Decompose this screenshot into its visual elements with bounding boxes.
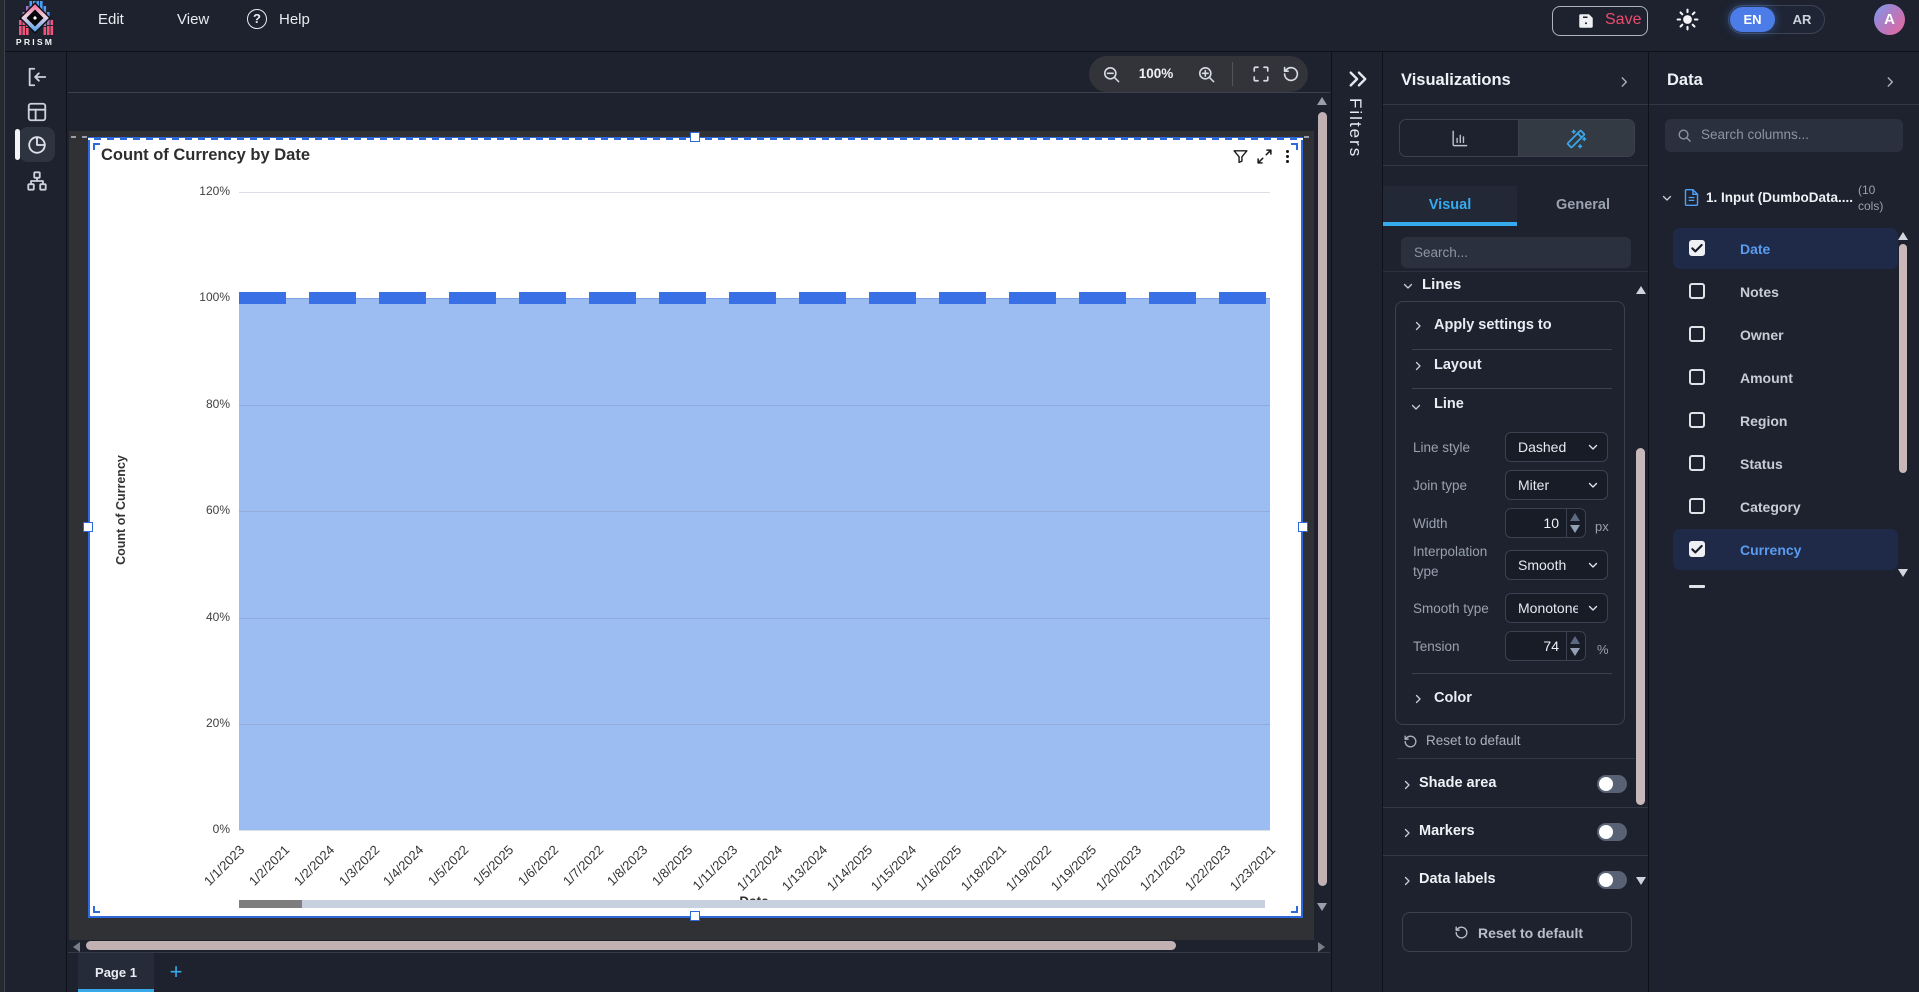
svg-text:PRISM: PRISM (16, 37, 54, 47)
